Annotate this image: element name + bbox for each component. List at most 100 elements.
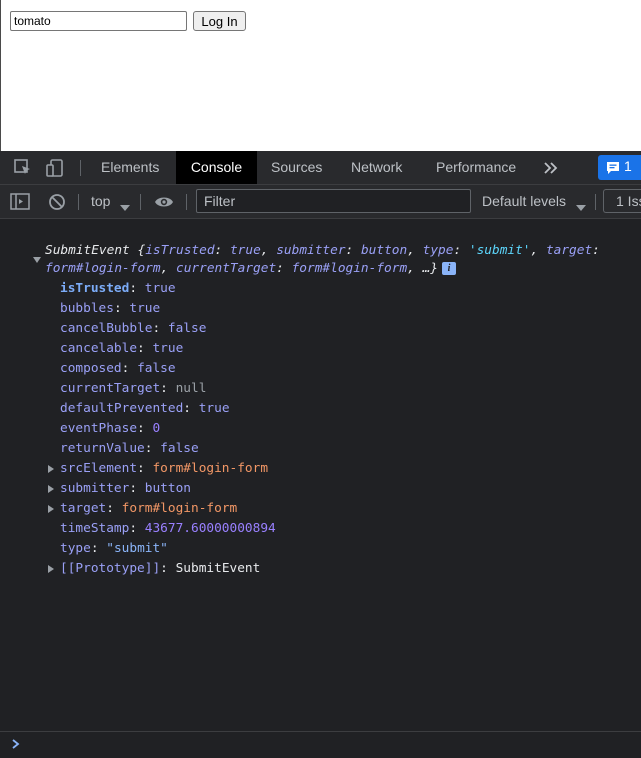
property-key: bubbles [60,301,114,316]
property-key: srcElement [60,461,138,476]
sidebar-toggle-icon[interactable] [9,191,31,213]
console-toolbar: top Filter Default levels 1 Issue [0,185,641,219]
property-value: false [160,441,199,456]
info-icon[interactable]: i [442,262,457,275]
issues-button[interactable]: 1 Issue [603,189,641,213]
console-output: SubmitEvent {isTrusted: true, submitter:… [0,219,641,749]
login-input[interactable] [10,11,187,31]
property-key: composed [60,361,122,376]
property-separator: : [129,521,145,536]
expand-triangle-icon[interactable] [48,485,54,493]
property-separator: : [90,541,107,556]
property-row: isTrusted: true [60,279,176,299]
filter-input[interactable]: Filter [196,189,471,213]
property-row: type: "submit" [60,539,168,559]
filter-placeholder: Filter [204,193,236,209]
toolbar-divider [140,194,141,210]
property-value: null [175,381,207,396]
tab-performance[interactable]: Performance [436,151,516,184]
prompt-chevron-icon [11,738,21,754]
property-key: type [60,541,91,556]
tab-elements[interactable]: Elements [101,151,159,184]
property-row[interactable]: submitter: button [60,479,191,499]
property-separator: : [160,561,176,576]
messages-badge[interactable]: 1 [598,155,641,180]
property-value: "submit" [106,541,168,556]
tab-sources[interactable]: Sources [271,151,322,184]
property-separator: : [152,321,168,336]
property-value: 0 [152,421,161,436]
property-value: SubmitEvent [175,561,261,576]
property-key: [[Prototype]] [60,561,161,576]
property-key: returnValue [60,441,145,456]
property-value: form#login-form [152,461,269,476]
property-separator: : [129,281,145,296]
property-key: currentTarget [60,381,161,396]
property-value: true [152,341,184,356]
eye-icon[interactable] [153,191,175,213]
property-separator: : [121,361,138,376]
expand-triangle-icon[interactable] [48,465,54,473]
log-levels-dropdown[interactable]: Default levels [482,193,566,209]
property-value: true [129,301,161,316]
property-row: composed: false [60,359,176,379]
caret-down-icon [576,198,586,217]
property-separator: : [144,441,161,456]
property-value: false [137,361,176,376]
property-key: target [60,501,107,516]
property-key: cancelable [60,341,138,356]
property-separator: : [137,421,153,436]
property-key: timeStamp [60,521,130,536]
property-key: isTrusted [60,281,130,296]
property-row: eventPhase: 0 [60,419,160,439]
devtools-panel: Elements Console Sources Network Perform… [0,151,641,749]
inspect-element-icon[interactable] [12,157,34,179]
property-row: cancelable: true [60,339,183,359]
device-toolbar-icon[interactable] [44,157,66,179]
property-value: false [167,321,207,336]
property-value: 43677.60000000894 [144,521,276,536]
property-separator: : [160,381,176,396]
caret-down-icon [120,198,130,217]
context-selector[interactable]: top [91,193,110,209]
expand-triangle-icon[interactable] [33,257,41,263]
property-row[interactable]: target: form#login-form [60,499,237,519]
property-row: currentTarget: null [60,379,206,399]
property-value: button [144,481,191,496]
property-row[interactable]: srcElement: form#login-form [60,459,268,479]
property-separator: : [129,481,145,496]
toolbar-divider [595,194,596,210]
toolbar-divider [186,194,187,210]
toolbar-divider [78,194,79,210]
console-object-summary-cont: form#login-form, currentTarget: form#log… [45,259,457,279]
property-key: eventPhase [60,421,138,436]
property-value: true [198,401,230,416]
property-row: defaultPrevented: true [60,399,230,419]
property-value: true [144,281,176,296]
clear-console-icon[interactable] [46,191,68,213]
tab-network[interactable]: Network [351,151,402,184]
property-row: timeStamp: 43677.60000000894 [60,519,276,539]
login-button[interactable]: Log In [193,11,246,31]
property-key: cancelBubble [60,321,153,336]
property-row: returnValue: false [60,439,199,459]
expand-triangle-icon[interactable] [48,565,54,573]
property-separator: : [113,301,130,316]
property-separator: : [137,341,153,356]
expand-triangle-icon[interactable] [48,505,54,513]
devtools-tabbar: Elements Console Sources Network Perform… [0,151,641,185]
property-key: defaultPrevented [60,401,184,416]
issues-label: 1 Issue [616,193,641,209]
messages-count: 1 [624,158,632,174]
property-key: submitter [60,481,130,496]
tab-console[interactable]: Console [176,151,257,184]
toolbar-divider [80,160,81,176]
chevron-double-right-icon[interactable] [540,157,562,179]
page-viewport: Log In [0,0,641,151]
property-row: bubbles: true [60,299,160,319]
property-row[interactable]: [[Prototype]]: SubmitEvent [60,559,260,579]
property-separator: : [137,461,153,476]
console-object-summary[interactable]: SubmitEvent {isTrusted: true, submitter:… [45,241,600,261]
property-separator: : [183,401,199,416]
console-prompt[interactable] [0,731,641,758]
